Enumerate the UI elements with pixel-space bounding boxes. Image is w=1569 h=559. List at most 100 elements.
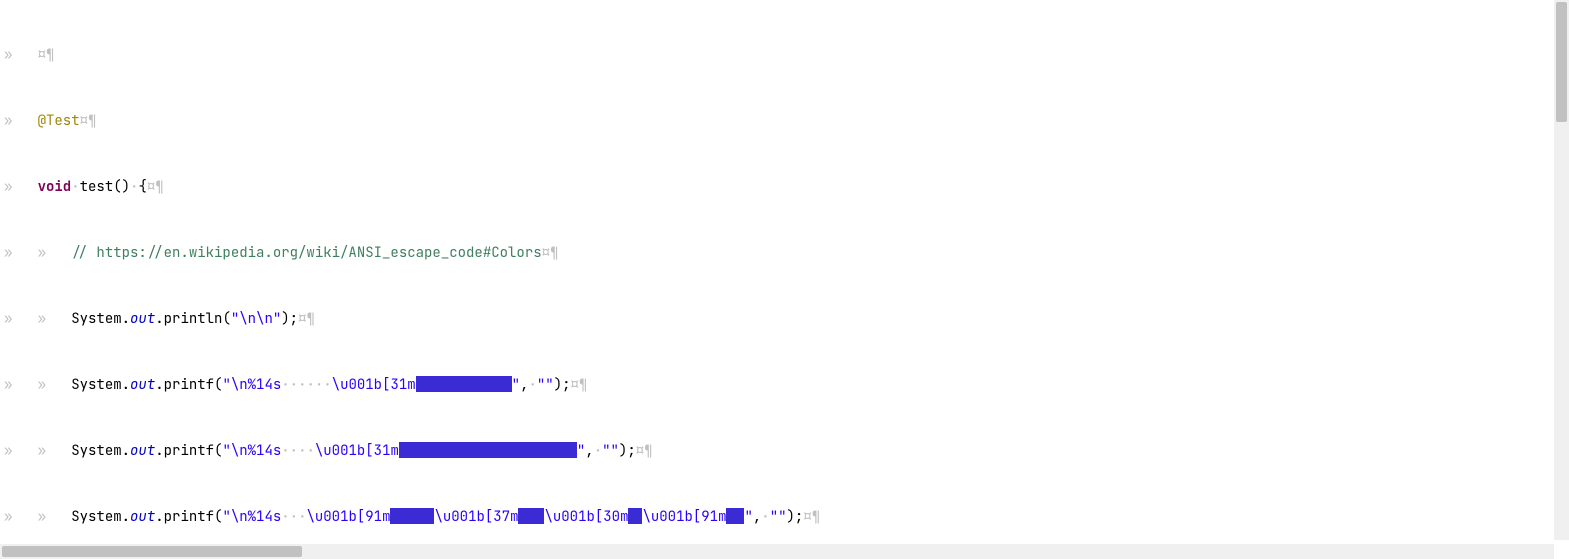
code-line[interactable]: » @Test¤¶ xyxy=(4,110,1554,132)
paren-close: ) xyxy=(787,508,795,526)
ws-pilcrow: ¶ xyxy=(155,178,163,196)
string-escape: \u001b[91m xyxy=(306,508,390,526)
ws-currency: ¤ xyxy=(38,46,46,64)
paren-open: ( xyxy=(222,310,230,328)
ws-currency: ¤ xyxy=(636,442,644,460)
dot: . xyxy=(122,508,130,526)
semicolon: ; xyxy=(562,376,570,394)
string-escape: \u001b[31m xyxy=(315,442,399,460)
ws-currency: ¤ xyxy=(80,112,88,130)
string-empty: "" xyxy=(770,508,787,526)
field-out: out xyxy=(130,376,155,394)
ws-tab: » xyxy=(4,310,38,328)
method-printf: printf xyxy=(164,508,214,526)
ws-tab: » xyxy=(38,442,72,460)
paren-close: ) xyxy=(281,310,289,328)
ws-currency: ¤ xyxy=(571,376,579,394)
dot: . xyxy=(122,442,130,460)
keyword-void: void xyxy=(38,178,72,196)
ws-dots: ······ xyxy=(281,376,331,394)
string-endquote: " xyxy=(512,376,520,394)
ws-pilcrow: ¶ xyxy=(550,244,558,262)
string-literal: "\n%14s xyxy=(222,442,281,460)
ident-system: System xyxy=(71,376,121,394)
string-endquote: " xyxy=(744,508,752,526)
string-literal: "\n\n" xyxy=(231,310,281,328)
method-name: test xyxy=(80,178,114,196)
ws-pilcrow: ¶ xyxy=(644,442,652,460)
ws-currency: ¤ xyxy=(803,508,811,526)
annotation: @Test xyxy=(38,112,80,130)
ws-tab: » xyxy=(38,310,72,328)
horizontal-scrollbar[interactable] xyxy=(0,544,1554,559)
field-out: out xyxy=(130,442,155,460)
string-empty: "" xyxy=(537,376,554,394)
ident-system: System xyxy=(71,310,121,328)
ws-dots: ···· xyxy=(281,442,315,460)
ws-pilcrow: ¶ xyxy=(88,112,96,130)
comment: // https://en.wikipedia.org/wiki/ANSI_es… xyxy=(71,244,541,262)
ws-tab: » xyxy=(38,244,72,262)
semicolon: ; xyxy=(290,310,298,328)
dot: . xyxy=(155,310,163,328)
ws-pilcrow: ¶ xyxy=(579,376,587,394)
string-literal: "\n%14s xyxy=(222,508,281,526)
ws-tab: » xyxy=(4,508,38,526)
code-line[interactable]: » » System.out.printf("\n%14s······\u001… xyxy=(4,374,1554,396)
method-println: println xyxy=(164,310,223,328)
string-escape: \u001b[31m xyxy=(332,376,416,394)
brace-open: { xyxy=(138,178,146,196)
block-highlight xyxy=(390,508,434,524)
code-line[interactable]: » » System.out.println("\n\n");¤¶ xyxy=(4,308,1554,330)
block-highlight xyxy=(399,442,577,458)
method-printf: printf xyxy=(164,376,214,394)
ident-system: System xyxy=(71,508,121,526)
dot: . xyxy=(155,442,163,460)
dot: . xyxy=(122,376,130,394)
horizontal-scroll-thumb[interactable] xyxy=(2,546,302,557)
ws-dot: · xyxy=(528,376,536,394)
dot: . xyxy=(155,508,163,526)
ws-tab: » xyxy=(38,376,72,394)
string-escape: \u001b[91m xyxy=(642,508,726,526)
string-empty: "" xyxy=(602,442,619,460)
code-line[interactable]: » » System.out.printf("\n%14s···\u001b[9… xyxy=(4,506,1554,528)
code-editor[interactable]: » ¤¶ » @Test¤¶ » void·test()·{¤¶ » » // … xyxy=(0,0,1554,540)
ws-tab: » xyxy=(38,508,72,526)
paren-close: ) xyxy=(122,178,130,196)
code-line[interactable]: » » // https://en.wikipedia.org/wiki/ANS… xyxy=(4,242,1554,264)
ws-tab: » xyxy=(4,244,38,262)
ident-system: System xyxy=(71,442,121,460)
string-escape: \u001b[30m xyxy=(544,508,628,526)
method-printf: printf xyxy=(164,442,214,460)
ws-pilcrow: ¶ xyxy=(46,46,54,64)
ws-dot: · xyxy=(761,508,769,526)
semicolon: ; xyxy=(627,442,635,460)
block-highlight xyxy=(416,376,512,392)
paren-open: ( xyxy=(113,178,121,196)
ws-tab: » xyxy=(4,46,38,64)
string-literal: "\n%14s xyxy=(222,376,281,394)
code-line[interactable]: » » System.out.printf("\n%14s····\u001b[… xyxy=(4,440,1554,462)
vertical-scroll-thumb[interactable] xyxy=(1556,2,1567,122)
code-area[interactable]: » ¤¶ » @Test¤¶ » void·test()·{¤¶ » » // … xyxy=(0,0,1554,540)
block-highlight xyxy=(726,508,744,524)
ws-dot: · xyxy=(594,442,602,460)
comma: , xyxy=(585,442,593,460)
ws-tab: » xyxy=(4,112,38,130)
vertical-scrollbar[interactable] xyxy=(1554,0,1569,540)
dot: . xyxy=(122,310,130,328)
ws-tab: » xyxy=(4,376,38,394)
code-line[interactable]: » ¤¶ xyxy=(4,44,1554,66)
ws-currency: ¤ xyxy=(542,244,550,262)
field-out: out xyxy=(130,310,155,328)
code-line[interactable]: » void·test()·{¤¶ xyxy=(4,176,1554,198)
paren-close: ) xyxy=(554,376,562,394)
ws-tab: » xyxy=(4,178,38,196)
ws-tab: » xyxy=(4,442,38,460)
ws-currency: ¤ xyxy=(147,178,155,196)
block-highlight xyxy=(518,508,544,524)
string-escape: \u001b[37m xyxy=(434,508,518,526)
block-highlight xyxy=(628,508,642,524)
ws-dots: ··· xyxy=(281,508,306,526)
